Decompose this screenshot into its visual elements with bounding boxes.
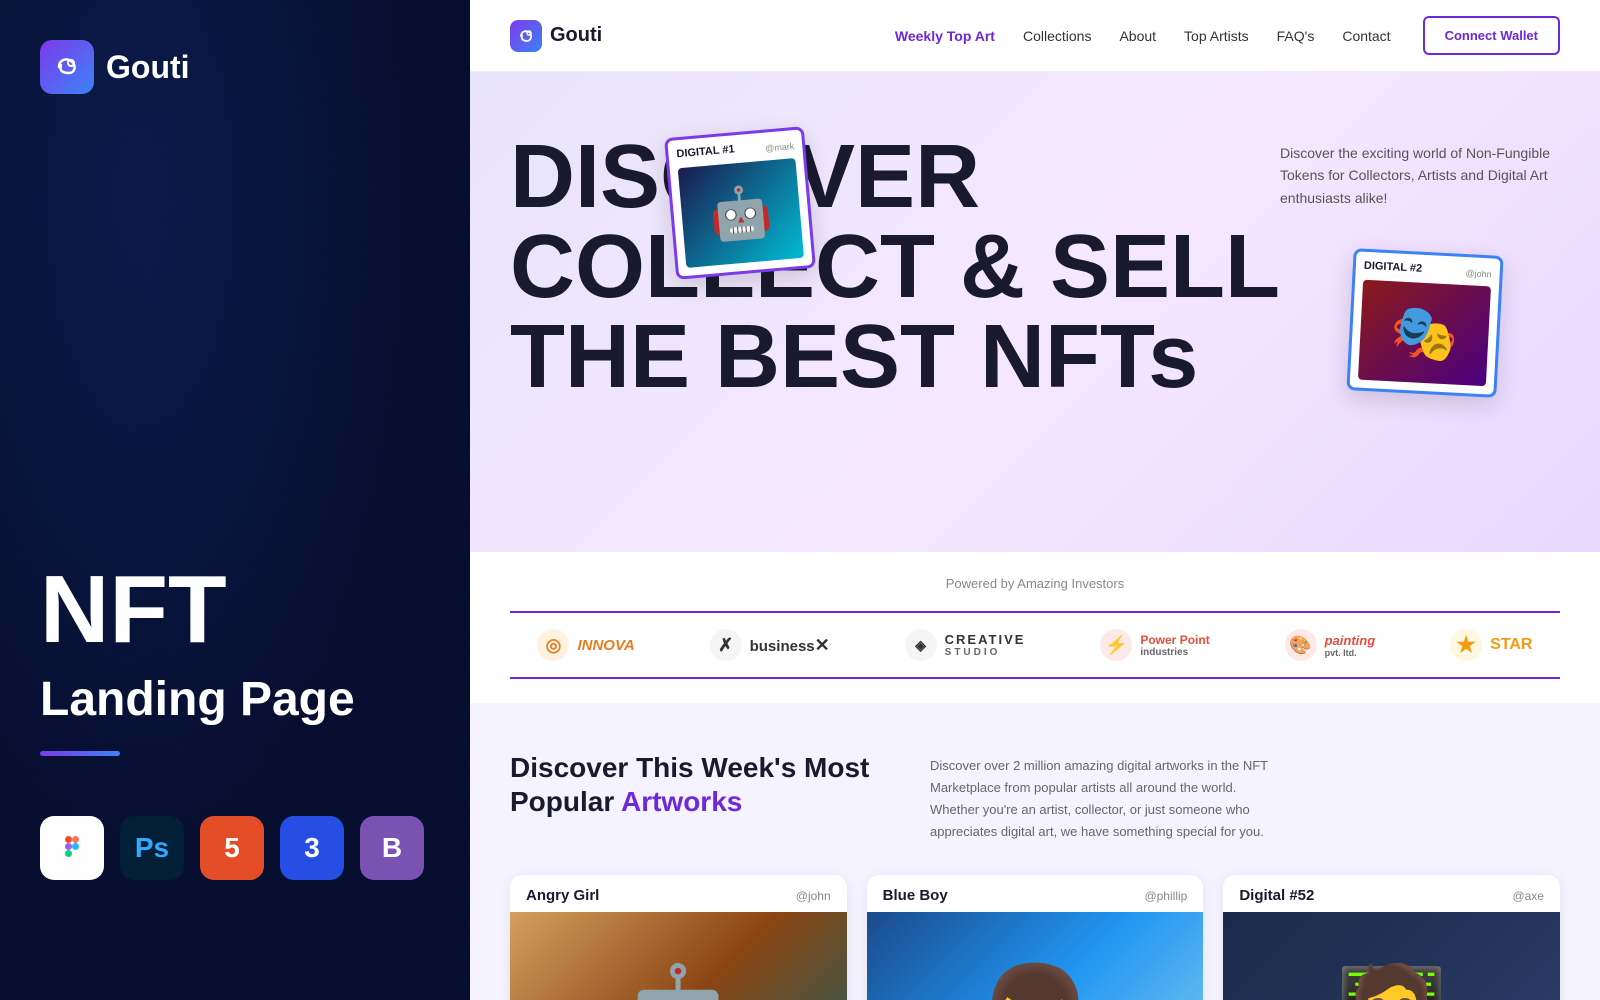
sponsor-painting-icon: 🎨 [1285, 629, 1317, 661]
artwork-1-title: Angry Girl [526, 887, 599, 904]
left-subtitle: Landing Page [40, 674, 430, 727]
nft-card-1-author: @mark [765, 141, 795, 154]
nft-card-2: DIGITAL #2 @john 🎭 [1346, 248, 1503, 398]
html5-icon: 5 [200, 816, 264, 880]
hero-section: DIGITAL #1 @mark 🤖 DIGITAL #2 @john 🎭 DI… [470, 72, 1600, 552]
right-panel: Gouti Weekly Top Art Collections About T… [470, 0, 1600, 1000]
sponsor-powerpoint-icon: ⚡ [1100, 629, 1132, 661]
sponsor-creative-label: CREATIVE [945, 632, 1026, 647]
artwork-card-1[interactable]: Angry Girl @john 🤖 [510, 875, 847, 1000]
connect-wallet-button[interactable]: Connect Wallet [1423, 16, 1560, 55]
left-logo: Gouti [40, 40, 430, 94]
nav-logo: Gouti [510, 20, 602, 52]
popular-section: Discover This Week's Most Popular Artwor… [470, 703, 1600, 1000]
navbar: Gouti Weekly Top Art Collections About T… [470, 0, 1600, 72]
artwork-2-author: @phillip [1144, 889, 1187, 903]
sponsor-star-icon: ★ [1450, 629, 1482, 661]
nft-card-2-label: DIGITAL #2 [1364, 260, 1423, 275]
popular-header: Discover This Week's Most Popular Artwor… [510, 751, 1560, 843]
sponsor-pvt-label: pvt. ltd. [1325, 648, 1376, 658]
artwork-card-3-header: Digital #52 @axe [1223, 875, 1560, 912]
sponsor-studio-label: STUDIO [945, 647, 1026, 658]
artwork-3-title: Digital #52 [1239, 887, 1314, 904]
artwork-2-image: 👦 [867, 912, 1204, 1000]
nft-card-1-image: 🤖 [678, 158, 804, 268]
artwork-1-author: @john [796, 889, 831, 903]
sponsor-creative-icon: ◈ [905, 629, 937, 661]
nav-link-weekly-top-art[interactable]: Weekly Top Art [895, 28, 995, 44]
sponsor-painting: 🎨 painting pvt. ltd. [1285, 629, 1376, 661]
nav-links: Weekly Top Art Collections About Top Art… [895, 28, 1391, 44]
sponsor-businessx: ✗ business✕ [710, 629, 830, 661]
artwork-card-2-header: Blue Boy @phillip [867, 875, 1204, 912]
sponsors-row: ◎ INNOVA ✗ business✕ ◈ CREATIVE STUDIO ⚡… [510, 611, 1560, 679]
nav-link-contact[interactable]: Contact [1342, 28, 1390, 44]
nav-link-about[interactable]: About [1119, 28, 1156, 44]
sponsor-innova-icon: ◎ [537, 629, 569, 661]
artwork-card-1-header: Angry Girl @john [510, 875, 847, 912]
sponsors-section: Powered by Amazing Investors ◎ INNOVA ✗ … [470, 552, 1600, 703]
nft-card-2-image: 🎭 [1358, 280, 1491, 387]
tech-icons-row: Ps 5 3 B [40, 816, 430, 880]
sponsor-star-label: STAR [1490, 636, 1532, 654]
popular-description: Discover over 2 million amazing digital … [930, 751, 1270, 843]
nft-card-1-label: DIGITAL #1 [676, 143, 735, 160]
artwork-card-2[interactable]: Blue Boy @phillip 👦 [867, 875, 1204, 1000]
nft-card-1: DIGITAL #1 @mark 🤖 [664, 126, 816, 280]
artworks-grid: Angry Girl @john 🤖 Blue Boy @phillip 👦 [510, 875, 1560, 1000]
sponsor-creative: ◈ CREATIVE STUDIO [905, 629, 1026, 661]
nav-logo-icon [510, 20, 542, 52]
logo-icon-left [40, 40, 94, 94]
left-main-content: NFT Landing Page Ps 5 3 B [40, 562, 430, 880]
left-logo-text: Gouti [106, 49, 190, 86]
artwork-card-3[interactable]: Digital #52 @axe 🧑‍💻 [1223, 875, 1560, 1000]
artwork-3-author: @axe [1512, 889, 1544, 903]
left-title: NFT [40, 562, 430, 658]
sponsor-powerpoint: ⚡ Power Point industries [1100, 629, 1209, 661]
sponsor-businessx-label: business✕ [750, 635, 830, 656]
nav-link-faqs[interactable]: FAQ's [1277, 28, 1315, 44]
sponsor-industries-label: industries [1140, 647, 1209, 658]
sponsor-innova-label: INNOVA [577, 637, 634, 654]
sponsor-painting-label: painting [1325, 633, 1376, 648]
left-divider [40, 751, 120, 756]
bootstrap-icon: B [360, 816, 424, 880]
css3-icon: 3 [280, 816, 344, 880]
nav-logo-text: Gouti [550, 24, 602, 47]
artwork-3-image: 🧑‍💻 [1223, 912, 1560, 1000]
popular-title-highlight: Artworks [621, 786, 742, 817]
artwork-1-image: 🤖 [510, 912, 847, 1000]
left-panel: Gouti NFT Landing Page Ps 5 3 B [0, 0, 470, 1000]
nav-link-top-artists[interactable]: Top Artists [1184, 28, 1249, 44]
sponsor-businessx-icon: ✗ [710, 629, 742, 661]
nft-card-2-author: @john [1465, 268, 1492, 279]
figma-icon [40, 816, 104, 880]
nav-link-collections[interactable]: Collections [1023, 28, 1091, 44]
photoshop-icon: Ps [120, 816, 184, 880]
popular-title: Discover This Week's Most Popular Artwor… [510, 751, 870, 843]
sponsor-powerpoint-label: Power Point [1140, 633, 1209, 647]
sponsor-innova: ◎ INNOVA [537, 629, 634, 661]
sponsor-star: ★ STAR [1450, 629, 1532, 661]
sponsors-label: Powered by Amazing Investors [510, 576, 1560, 591]
artwork-2-title: Blue Boy [883, 887, 948, 904]
